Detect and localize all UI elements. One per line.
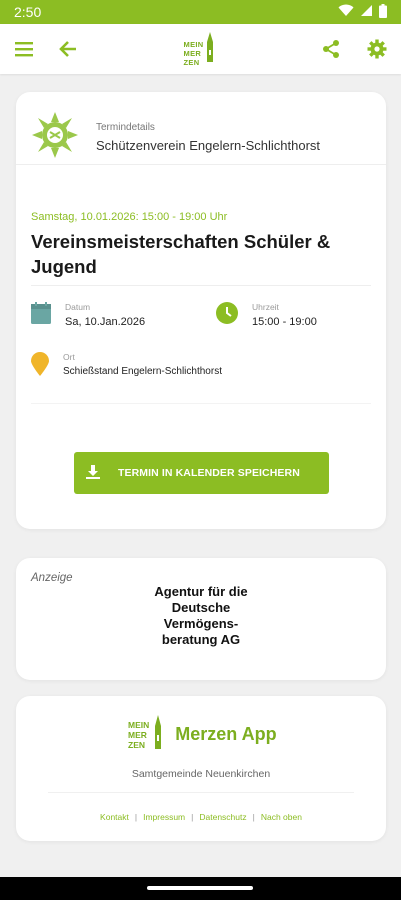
section-label: Termindetails: [96, 122, 155, 133]
clock-icon: [216, 302, 238, 329]
link-separator: |: [252, 812, 255, 822]
divider: [48, 792, 354, 793]
calendar-icon: [31, 302, 51, 329]
logo-text-line3: ZEN: [183, 57, 200, 67]
link-impressum[interactable]: Impressum: [143, 812, 185, 822]
ad-text-line: beratung AG: [161, 632, 241, 647]
back-arrow-icon[interactable]: [56, 37, 80, 61]
footer-subtitle: Samtgemeinde Neuenkirchen: [131, 768, 271, 780]
link-nach-oben[interactable]: Nach oben: [261, 812, 302, 822]
share-icon[interactable]: [319, 37, 343, 61]
save-to-calendar-button[interactable]: TERMIN IN KALENDER SPEICHERN: [74, 452, 329, 494]
wifi-icon: [338, 4, 354, 20]
download-icon: [86, 464, 100, 482]
system-nav-bar: [0, 877, 401, 900]
event-title: Vereinsmeisterschaften Schüler & Jugend: [31, 231, 331, 277]
organizer-name[interactable]: Schützenverein Engelern-Schlichthorst: [96, 138, 320, 153]
divider: [16, 164, 386, 165]
church-tower-icon: [153, 715, 163, 754]
date-label: Datum: [65, 302, 91, 312]
date-info: Datum Sa, 10.Jan.2026: [31, 302, 145, 329]
time-label: Uhrzeit: [252, 302, 279, 312]
club-emblem-icon: [30, 110, 80, 165]
ad-text-line: Vermögens-: [163, 616, 239, 631]
logo-text-line2: MER: [128, 729, 147, 740]
link-datenschutz[interactable]: Datenschutz: [199, 812, 246, 822]
location-pin-icon: [31, 352, 49, 381]
gear-icon[interactable]: [365, 37, 389, 61]
ad-label: Anzeige: [31, 572, 73, 584]
place-info: Ort Schießstand Engelern-Schlichthorst: [31, 352, 222, 381]
logo-text-line1: MEIN: [128, 719, 150, 730]
logo-text-line1: MEIN: [183, 39, 204, 49]
footer-logo: MEIN MER ZEN Merzen App: [128, 715, 277, 754]
footer-card: MEIN MER ZEN Merzen App Samtgemeinde Neu…: [16, 696, 386, 841]
app-name: Merzen App: [175, 724, 277, 744]
save-button-label: TERMIN IN KALENDER SPEICHERN: [118, 467, 300, 479]
menu-icon[interactable]: [12, 37, 36, 61]
footer-links: Kontakt | Impressum | Datenschutz | Nach oben: [16, 812, 386, 822]
cellular-icon: [360, 4, 373, 20]
ad-text: Agentur für die Deutsche Vermögens- bera…: [136, 584, 266, 648]
place-value[interactable]: Schießstand Engelern-Schlichthorst: [63, 366, 222, 377]
church-tower-icon: [205, 31, 215, 67]
link-kontakt[interactable]: Kontakt: [100, 812, 129, 822]
home-gesture-handle[interactable]: [147, 886, 253, 890]
app-bar: MEIN MER ZEN: [0, 24, 401, 74]
logo-text-line3: ZEN: [128, 739, 145, 750]
divider: [31, 285, 371, 286]
ad-text-line: Deutsche: [171, 600, 231, 615]
battery-icon: [379, 3, 387, 21]
organizer-header: Termindetails Schützenverein Engelern-Sc…: [30, 110, 320, 165]
ad-card[interactable]: Anzeige Agentur für die Deutsche Vermöge…: [16, 558, 386, 680]
event-card: Termindetails Schützenverein Engelern-Sc…: [16, 92, 386, 529]
link-separator: |: [191, 812, 194, 822]
time-info: Uhrzeit 15:00 - 19:00: [216, 302, 317, 329]
logo-text-line2: MER: [183, 48, 202, 58]
status-time: 2:50: [14, 4, 42, 20]
header-logo[interactable]: MEIN MER ZEN: [183, 31, 216, 67]
divider: [31, 403, 371, 404]
place-label: Ort: [63, 352, 75, 362]
link-separator: |: [134, 812, 138, 822]
time-value: 15:00 - 19:00: [252, 316, 317, 328]
event-date-line: Samstag, 10.01.2026: 15:00 - 19:00 Uhr: [31, 211, 228, 223]
status-bar: 2:50: [0, 0, 401, 24]
date-value: Sa, 10.Jan.2026: [65, 316, 146, 328]
ad-text-line: Agentur für die: [154, 584, 248, 599]
